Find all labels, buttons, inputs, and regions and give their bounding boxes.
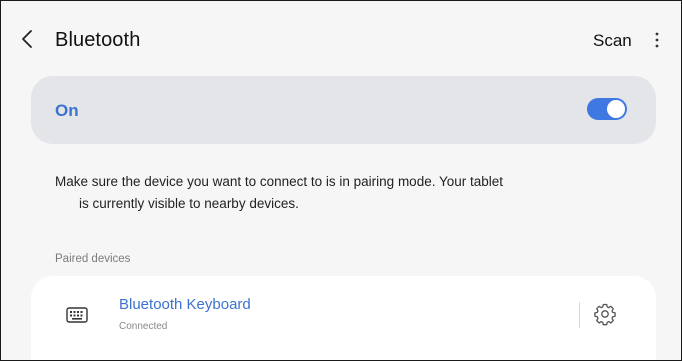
bluetooth-toggle-card[interactable]: On	[31, 76, 656, 144]
page-title: Bluetooth	[55, 29, 141, 51]
divider	[579, 302, 580, 328]
device-status: Connected	[119, 321, 168, 332]
pairing-info-line-1: Make sure the device you want to connect…	[55, 174, 504, 189]
bluetooth-toggle-switch[interactable]	[587, 98, 627, 120]
scan-button[interactable]: Scan	[593, 31, 632, 51]
bluetooth-settings-screen: Bluetooth Scan On Make sure the device y…	[0, 0, 682, 361]
header: Bluetooth Scan	[1, 1, 681, 75]
paired-device-item[interactable]: Bluetooth Keyboard Connected	[31, 276, 656, 360]
bluetooth-state-label: On	[55, 101, 79, 120]
more-vertical-icon[interactable]	[651, 29, 663, 51]
device-name: Bluetooth Keyboard	[119, 296, 251, 313]
pairing-info-text: Make sure the device you want to connect…	[55, 171, 575, 215]
keyboard-icon	[66, 307, 88, 323]
back-chevron-icon[interactable]	[19, 28, 35, 50]
gear-icon[interactable]	[593, 302, 617, 326]
pairing-info-line-2: is currently visible to nearby devices.	[79, 196, 299, 211]
paired-devices-label: Paired devices	[55, 253, 131, 265]
toggle-knob	[607, 100, 625, 118]
